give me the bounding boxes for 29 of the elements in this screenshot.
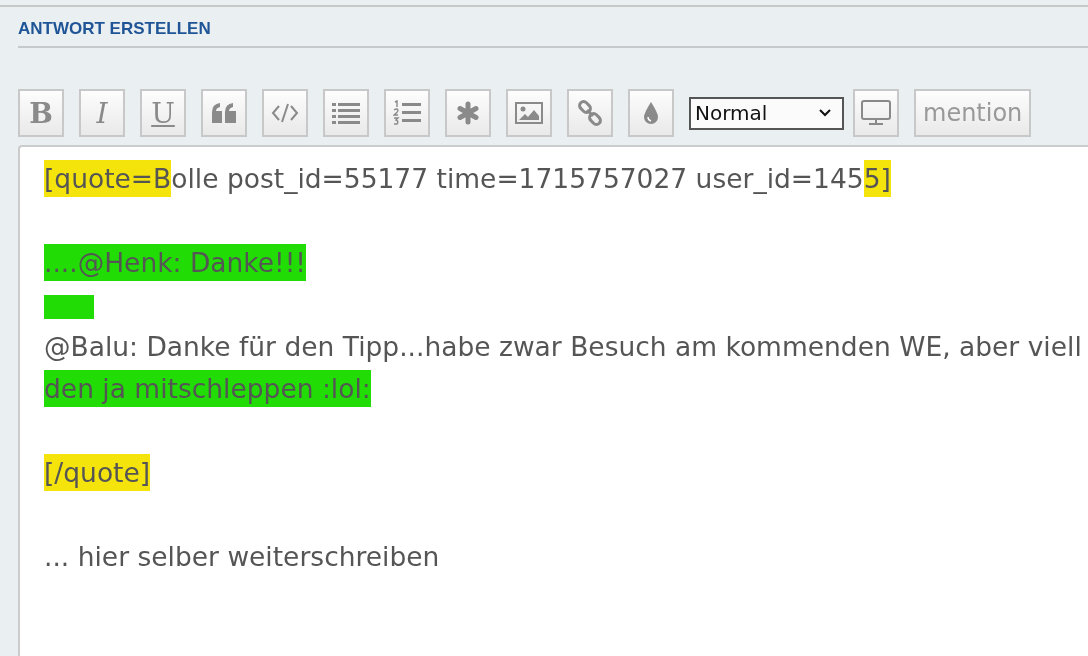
image-icon <box>515 102 543 124</box>
chevron-down-icon <box>818 108 832 118</box>
format-dropdown[interactable]: Normal <box>689 96 844 130</box>
code-icon <box>271 103 299 123</box>
section-heading: ANTWORT ERSTELLEN <box>18 19 211 38</box>
drop-icon <box>643 101 659 125</box>
message-textarea[interactable] <box>18 145 1088 656</box>
list-icon <box>332 102 360 124</box>
text-line: @Balu: Danke für den Tipp...habe zwar Besuch am kommenden WE, aber viell <box>44 331 1082 362</box>
link-button[interactable] <box>567 89 613 137</box>
code-button[interactable] <box>262 89 308 137</box>
text-line: [quote=Bolle post_id=55177 time=1715757027 user_id=1455] <box>44 160 891 197</box>
drop-button[interactable] <box>628 89 674 137</box>
quote-button[interactable] <box>201 89 247 137</box>
asterisk-icon <box>456 101 480 125</box>
quote-icon <box>211 102 237 124</box>
italic-button[interactable]: I <box>79 89 125 137</box>
text-line: ... hier selber weiterschreiben <box>44 541 440 572</box>
monitor-icon <box>861 100 891 126</box>
underline-button[interactable]: U <box>140 89 186 137</box>
list-button[interactable] <box>323 89 369 137</box>
image-button[interactable] <box>506 89 552 137</box>
mention-button[interactable]: mention <box>914 89 1032 137</box>
monitor-button[interactable] <box>853 89 899 137</box>
bold-button[interactable]: B <box>18 89 64 137</box>
link-icon <box>577 100 603 126</box>
numbered-list-icon <box>393 100 421 126</box>
numbered-list-button[interactable] <box>384 89 430 137</box>
asterisk-button[interactable] <box>445 89 491 137</box>
